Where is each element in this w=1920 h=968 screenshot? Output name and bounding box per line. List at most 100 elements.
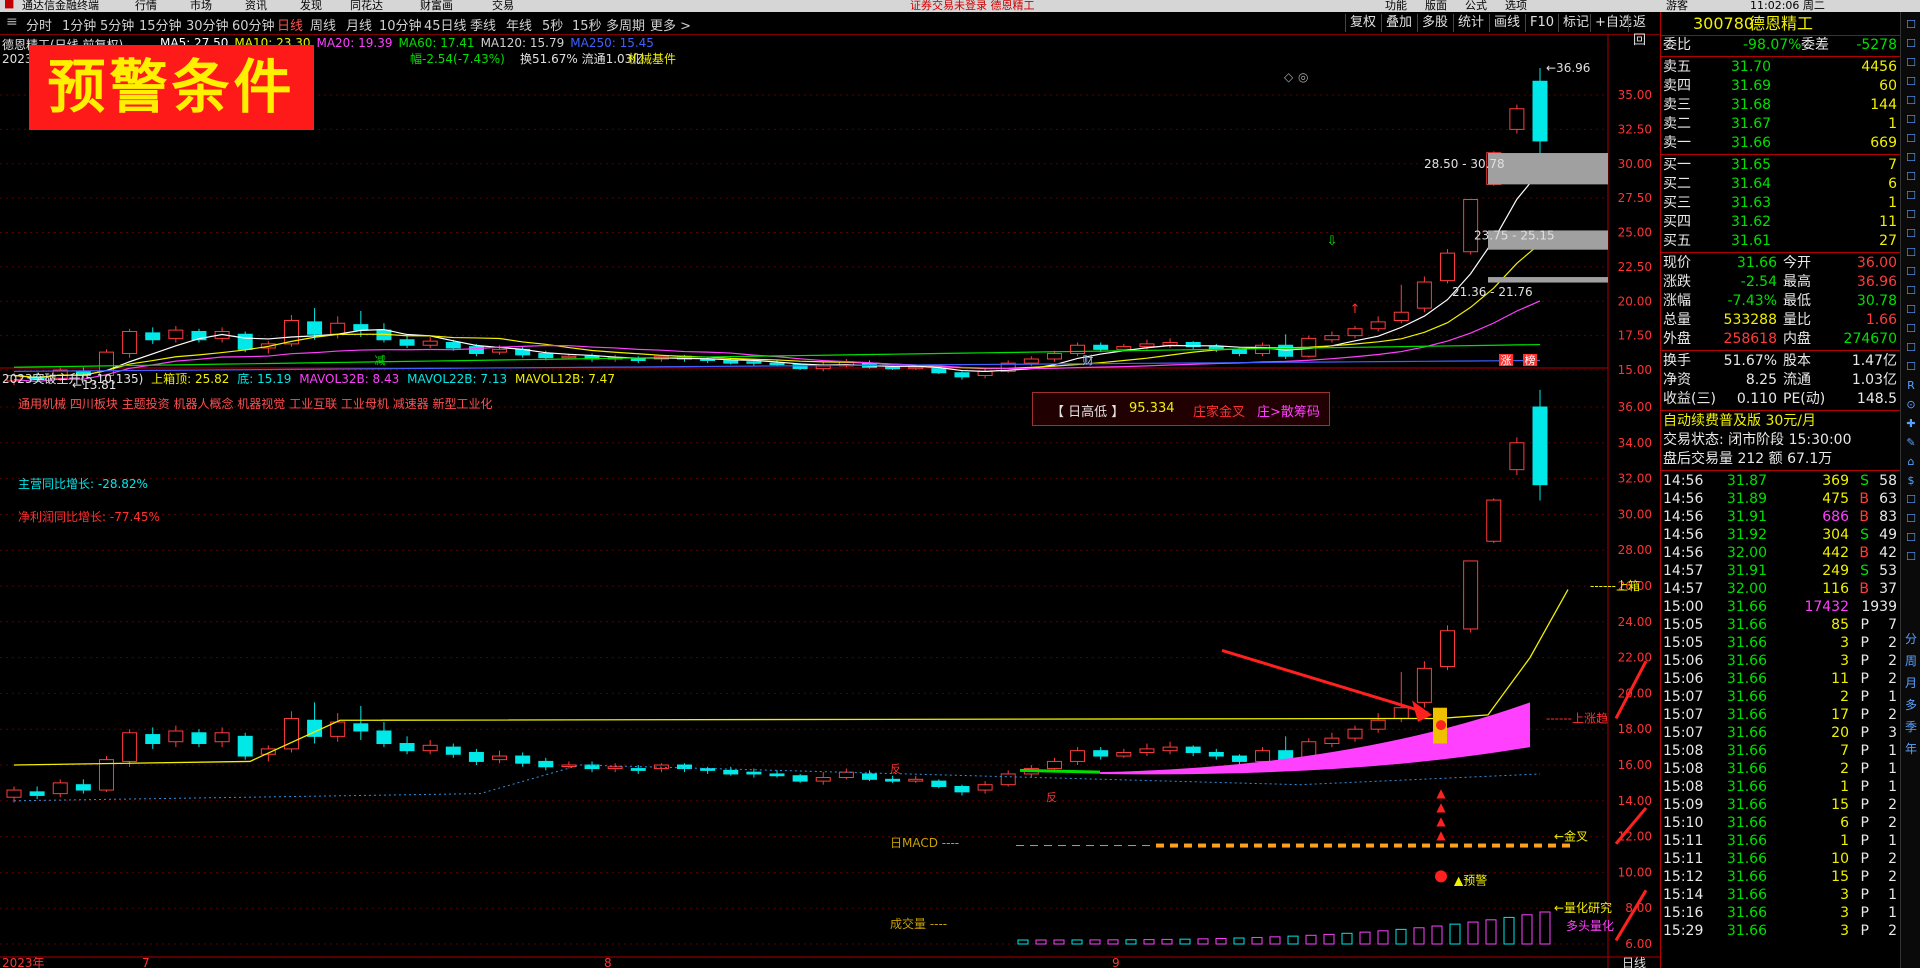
menu-item[interactable]: 财富画 xyxy=(420,0,453,12)
upper-candle[interactable] xyxy=(492,348,508,353)
lower-candle[interactable] xyxy=(977,784,993,791)
upper-candle[interactable] xyxy=(422,340,438,346)
menu-item[interactable]: 资讯 xyxy=(245,0,267,12)
promo-row[interactable]: 自动续费普及版 30元/月 xyxy=(1663,412,1897,431)
period-shortcut[interactable]: 周 xyxy=(1904,654,1918,668)
lower-candle[interactable] xyxy=(931,780,947,787)
menu-item[interactable]: 发现 xyxy=(300,0,322,12)
side-tool-icon[interactable]: ☐ xyxy=(1904,303,1918,317)
period-tab[interactable]: 30分钟 xyxy=(186,15,229,34)
upper-candle[interactable] xyxy=(122,331,138,354)
lower-candle[interactable] xyxy=(1116,751,1132,757)
lower-candle[interactable] xyxy=(1162,746,1178,752)
period-tab[interactable]: 月线 xyxy=(346,15,372,34)
side-tool-icon[interactable]: ☐ xyxy=(1904,132,1918,146)
period-tab[interactable]: 周线 xyxy=(310,15,336,34)
upper-candle[interactable] xyxy=(977,370,993,376)
lower-candle[interactable] xyxy=(1000,773,1016,786)
side-tool-icon[interactable]: ☐ xyxy=(1904,512,1918,526)
lower-candle[interactable] xyxy=(1416,667,1432,703)
menu-item[interactable]: 版面 xyxy=(1425,0,1447,12)
upper-candle[interactable] xyxy=(1393,311,1409,321)
toolbar-button[interactable]: 统计 xyxy=(1453,14,1488,32)
lower-candle[interactable] xyxy=(584,764,600,770)
upper-candle[interactable] xyxy=(1416,281,1432,309)
period-tab[interactable]: 年线 xyxy=(506,15,532,34)
lower-candle[interactable] xyxy=(214,732,230,743)
lower-candle[interactable] xyxy=(1070,750,1086,762)
lower-candle[interactable] xyxy=(52,782,68,795)
upper-candle[interactable] xyxy=(468,346,484,354)
period-tab[interactable]: 10分钟 xyxy=(379,15,422,34)
lower-candle[interactable] xyxy=(954,785,970,793)
period-tab[interactable]: 分时 xyxy=(26,15,52,34)
lower-candle[interactable] xyxy=(492,755,508,761)
lower-candle[interactable] xyxy=(723,769,739,775)
side-tool-icon[interactable]: ⊙ xyxy=(1904,398,1918,412)
upper-candle[interactable] xyxy=(1324,335,1340,341)
lower-candle[interactable] xyxy=(422,744,438,752)
lower-candle[interactable] xyxy=(1139,748,1155,753)
menu-item[interactable]: 选项 xyxy=(1505,0,1527,12)
lower-candle[interactable] xyxy=(792,775,808,782)
kline-chart[interactable]: 35.00 32.50 30.00 27.50 25.00 22.50 20.00 17.50… xyxy=(0,35,1660,968)
period-tab[interactable]: 15秒 xyxy=(572,15,602,34)
lower-candle[interactable] xyxy=(1509,442,1525,471)
toolbar-button[interactable]: 叠加 xyxy=(1381,14,1416,32)
lower-candle[interactable] xyxy=(700,768,716,771)
lower-candle[interactable] xyxy=(815,777,831,782)
lower-candle[interactable] xyxy=(1347,728,1363,739)
menu-item[interactable]: 通达信金融终端 xyxy=(22,0,99,12)
side-tool-icon[interactable]: ☐ xyxy=(1904,94,1918,108)
lower-candle[interactable] xyxy=(237,735,253,757)
lower-candle[interactable] xyxy=(191,732,207,745)
upper-candle[interactable] xyxy=(630,358,646,361)
lower-candle[interactable] xyxy=(885,778,901,782)
side-tool-icon[interactable]: ☐ xyxy=(1904,227,1918,241)
menu-item[interactable]: 同花达 xyxy=(350,0,383,12)
lower-candle[interactable] xyxy=(1370,719,1386,730)
upper-candle[interactable] xyxy=(538,353,554,359)
upper-candle[interactable] xyxy=(1532,80,1548,142)
side-tool-icon[interactable]: ☐ xyxy=(1904,75,1918,89)
lower-candle[interactable] xyxy=(1324,737,1340,745)
lower-candle[interactable] xyxy=(122,732,138,762)
toolbar-button[interactable]: 画线 xyxy=(1489,14,1524,32)
lower-candle[interactable] xyxy=(1440,630,1456,668)
menu-item[interactable]: 行情 xyxy=(135,0,157,12)
lower-candle[interactable] xyxy=(468,751,484,762)
lower-candle[interactable] xyxy=(145,734,161,745)
upper-candle[interactable] xyxy=(1463,199,1479,253)
upper-candle[interactable] xyxy=(1255,344,1271,354)
upper-candle[interactable] xyxy=(1440,252,1456,282)
period-tab[interactable]: 日线 xyxy=(277,15,303,34)
period-tab[interactable]: 5秒 xyxy=(542,15,563,34)
upper-candle[interactable] xyxy=(792,364,808,370)
lower-candle[interactable] xyxy=(1208,751,1224,757)
lower-candle[interactable] xyxy=(1486,499,1502,542)
side-tool-icon[interactable]: ☐ xyxy=(1904,246,1918,260)
lower-candle[interactable] xyxy=(399,743,415,752)
upper-candle[interactable] xyxy=(1370,321,1386,330)
upper-candle[interactable] xyxy=(307,321,323,335)
lower-candle[interactable] xyxy=(1185,746,1201,753)
side-tool-icon[interactable]: ☐ xyxy=(1904,37,1918,51)
lower-candle[interactable] xyxy=(1046,760,1062,770)
upper-candle[interactable] xyxy=(931,368,947,374)
upper-candle[interactable] xyxy=(769,362,785,366)
lower-candle[interactable] xyxy=(769,773,785,777)
upper-candle[interactable] xyxy=(908,366,924,370)
period-shortcut[interactable]: 季 xyxy=(1904,720,1918,734)
side-tool-icon[interactable]: ☐ xyxy=(1904,322,1918,336)
upper-candle[interactable] xyxy=(561,355,577,359)
menu-item[interactable]: 交易 xyxy=(492,0,514,12)
upper-candle[interactable] xyxy=(1139,343,1155,348)
period-tab[interactable]: 15分钟 xyxy=(139,15,182,34)
side-tool-icon[interactable]: ☐ xyxy=(1904,550,1918,564)
upper-candle[interactable] xyxy=(353,324,369,331)
toolbar-button[interactable]: F10 xyxy=(1525,14,1558,32)
upper-candle[interactable] xyxy=(954,372,970,378)
side-tool-icon[interactable]: ☐ xyxy=(1904,531,1918,545)
lower-candle[interactable] xyxy=(6,789,22,798)
toolbar-button[interactable]: 标记 xyxy=(1558,14,1593,32)
